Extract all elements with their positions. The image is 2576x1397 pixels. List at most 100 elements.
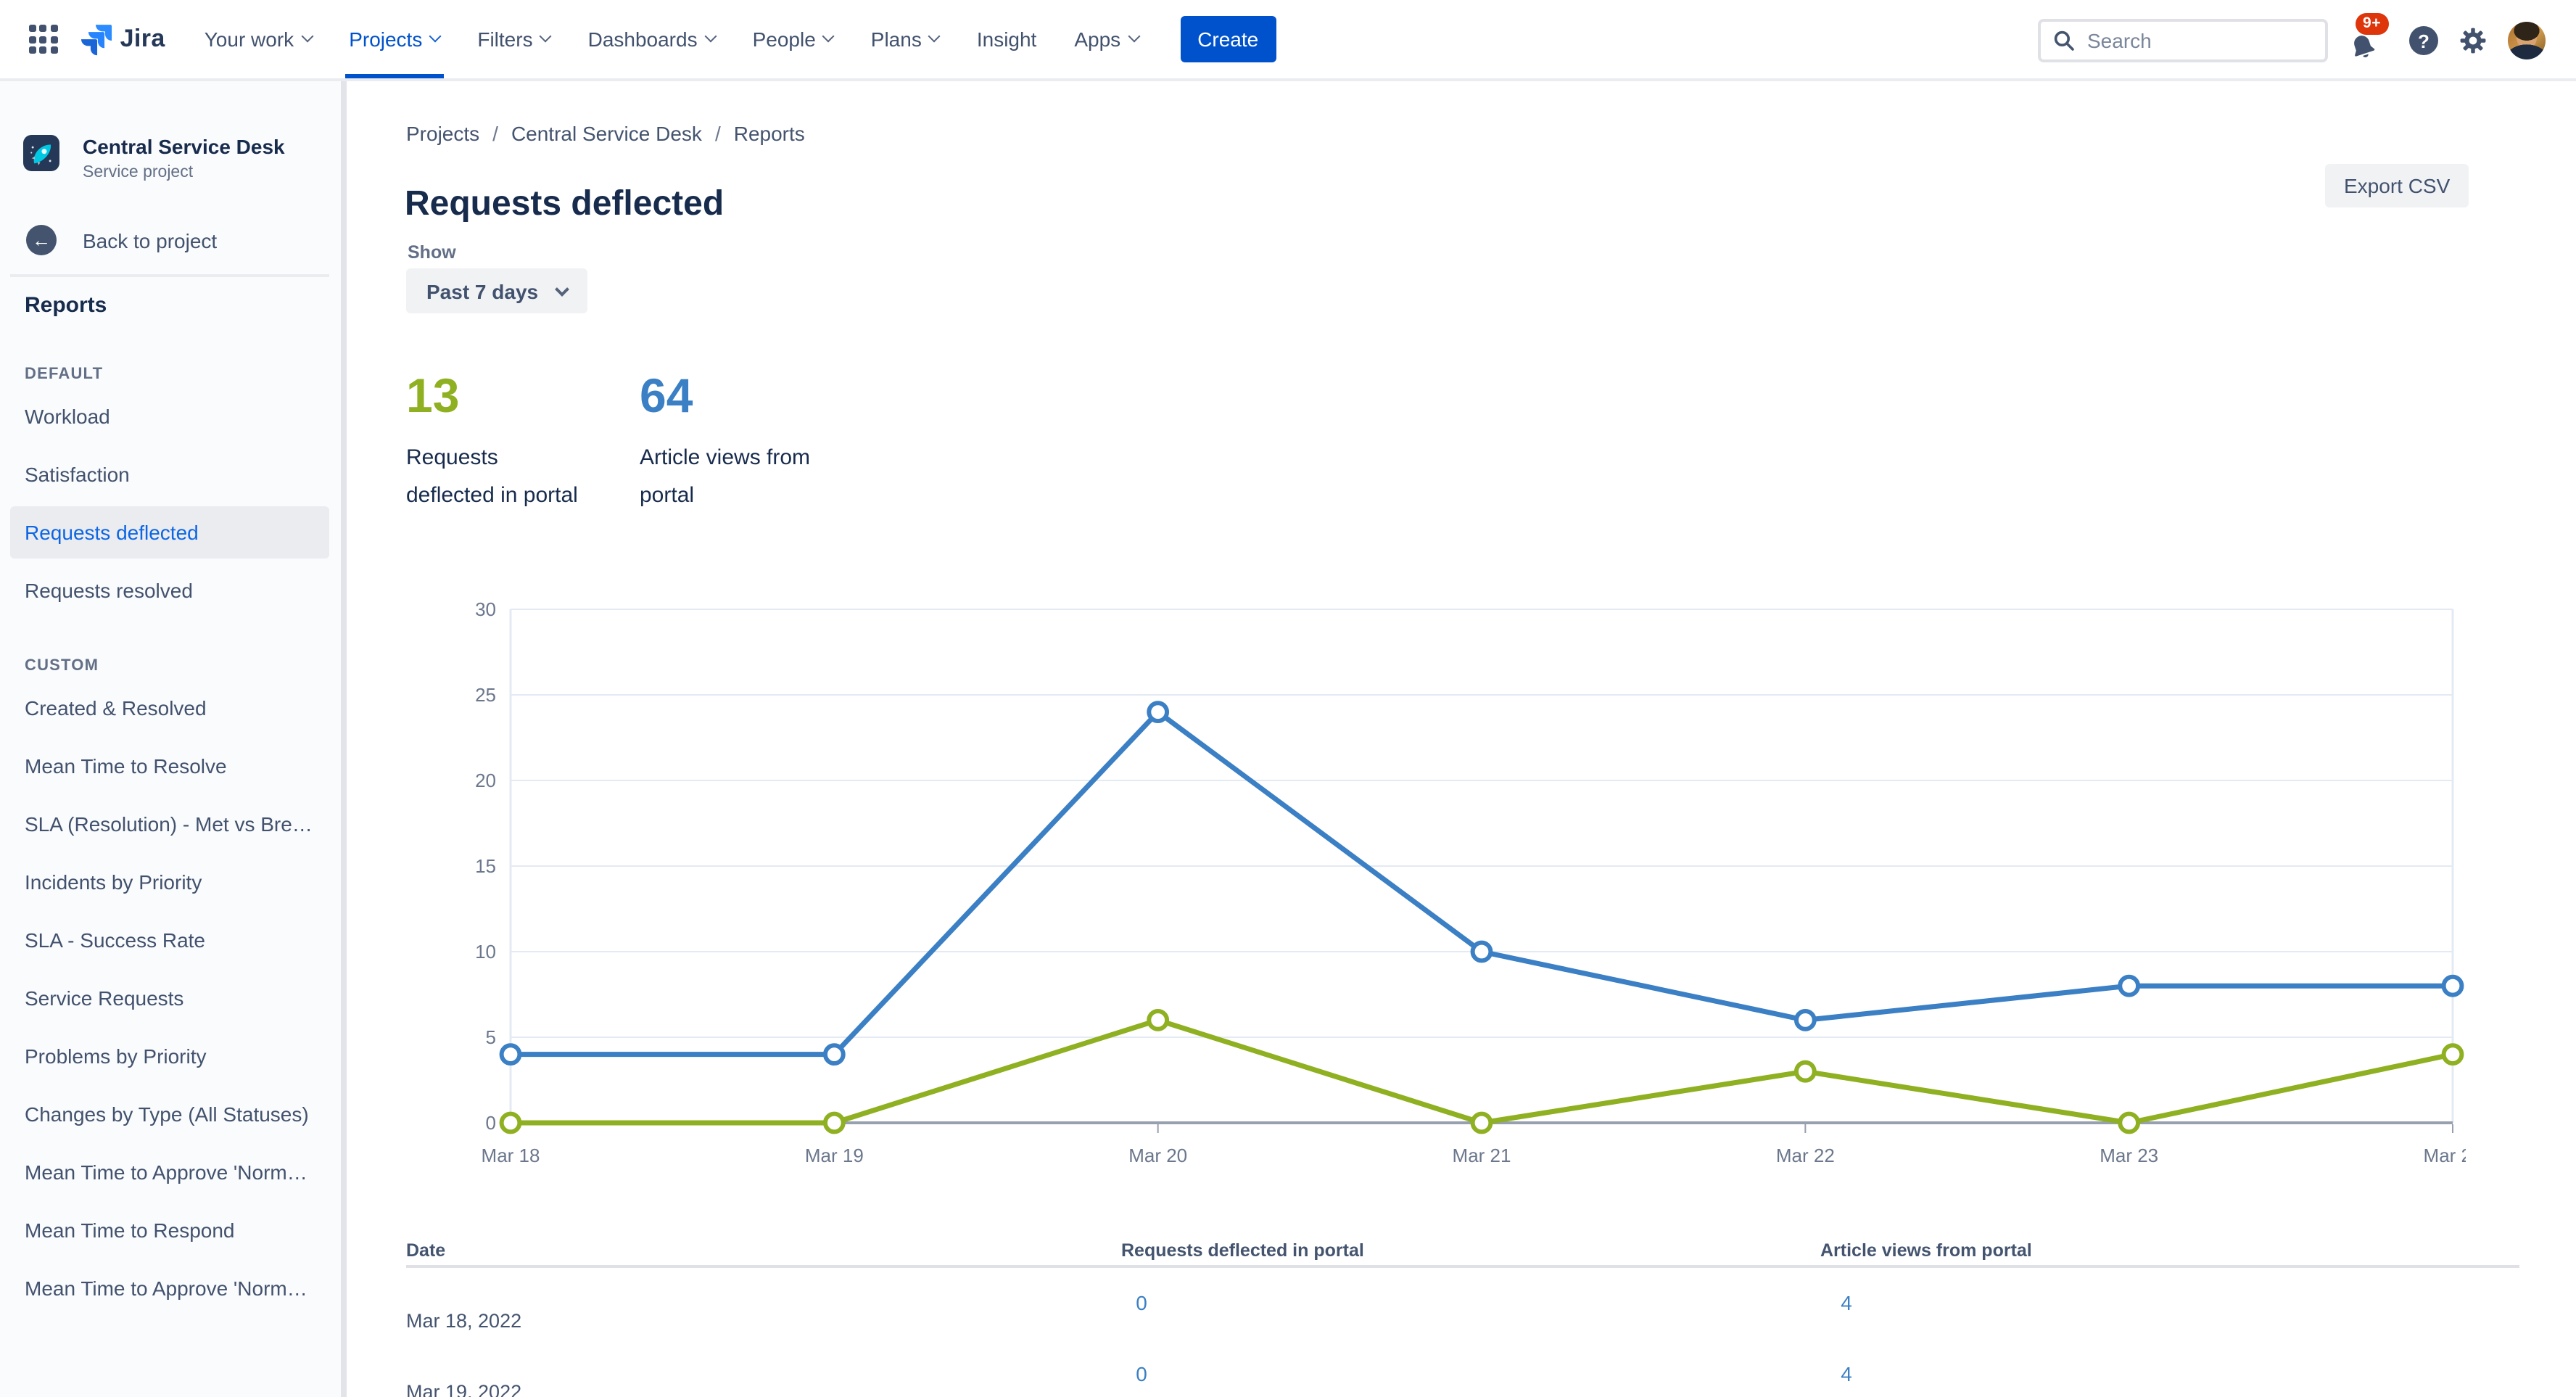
- table-body: Mar 18, 2022 0 4 Mar 19, 2022 0 4: [406, 1268, 2519, 1397]
- sidebar-item-requests-deflected[interactable]: Requests deflected: [0, 503, 341, 561]
- nav-item-label: Apps: [1074, 28, 1121, 51]
- table-cell-date: Mar 18, 2022: [406, 1310, 522, 1332]
- date-range-dropdown[interactable]: Past 7 days: [406, 268, 588, 313]
- data-point-article-views-from-portal: [1147, 701, 1170, 724]
- stat-label: Requests deflected in portal: [406, 445, 578, 508]
- data-point-requests-deflected-in-portal: [499, 1111, 522, 1134]
- breadcrumb-item-projects[interactable]: Projects: [406, 122, 479, 145]
- table-cell-article-views[interactable]: 4: [1836, 1362, 1857, 1385]
- sidebar-item-mean-time-to-respond[interactable]: Mean Time to Respond: [0, 1201, 341, 1259]
- chevron-down-icon: [704, 30, 717, 43]
- arrow-left-icon: ←: [26, 225, 57, 255]
- sidebar-item-service-requests[interactable]: Service Requests: [0, 969, 341, 1027]
- data-point-requests-deflected-in-portal: [1470, 1111, 1493, 1134]
- stat-block-requests-deflected-in-portal: 13 Requests deflected in portal: [406, 368, 640, 515]
- column-header-requests-deflected: Requests deflected in portal: [1121, 1240, 1364, 1261]
- project-header[interactable]: Central Service Desk Service project: [23, 135, 285, 181]
- jira-mark-icon: [80, 24, 112, 55]
- chevron-down-icon: [822, 30, 835, 43]
- sidebar-item-satisfaction[interactable]: Satisfaction: [0, 445, 341, 503]
- x-tick-label: Mar 22: [1776, 1145, 1835, 1166]
- sidebar-item-incidents-by-priority[interactable]: Incidents by Priority: [0, 853, 341, 911]
- stat-value: 64: [640, 368, 693, 422]
- data-point-requests-deflected-in-portal: [2441, 1043, 2464, 1066]
- sidebar-item-sla-success-rate[interactable]: SLA - Success Rate: [0, 911, 341, 969]
- nav-item-filters[interactable]: Filters: [458, 0, 569, 78]
- nav-item-insight[interactable]: Insight: [958, 0, 1056, 78]
- chevron-down-icon: [540, 30, 553, 43]
- y-tick-label: 20: [475, 770, 496, 791]
- notification-badge: 9+: [2356, 13, 2389, 35]
- x-tick-label: Mar 20: [1128, 1145, 1187, 1166]
- sidebar-item-workload[interactable]: Workload: [0, 387, 341, 445]
- chevron-down-icon: [300, 30, 313, 43]
- nav-item-people[interactable]: People: [734, 0, 852, 78]
- breadcrumb-item-central-service-desk[interactable]: Central Service Desk: [511, 122, 702, 145]
- data-point-requests-deflected-in-portal: [822, 1111, 846, 1134]
- nav-item-apps[interactable]: Apps: [1055, 0, 1157, 78]
- chevron-down-icon: [429, 30, 442, 43]
- logo-wordmark: Jira: [120, 25, 165, 52]
- data-point-article-views-from-portal: [822, 1043, 846, 1066]
- breadcrumb-separator: /: [714, 122, 721, 145]
- sidebar-item-mean-time-to-approve-norm[interactable]: Mean Time to Approve 'Norm…: [0, 1143, 341, 1201]
- back-to-project[interactable]: ← Back to project: [26, 225, 217, 255]
- sidebar-item-sla-resolution-met-vs-bre[interactable]: SLA (Resolution) - Met vs Bre…: [0, 795, 341, 853]
- sidebar-item-label: Requests deflected: [25, 521, 199, 544]
- data-point-article-views-from-portal: [1470, 940, 1493, 963]
- nav-item-your-work[interactable]: Your work: [186, 0, 331, 78]
- y-tick-label: 15: [475, 855, 496, 877]
- user-avatar[interactable]: [2508, 22, 2546, 59]
- nav-item-plans[interactable]: Plans: [852, 0, 958, 78]
- sidebar-item-changes-by-type-all-statuses[interactable]: Changes by Type (All Statuses): [0, 1085, 341, 1143]
- breadcrumb: Projects / Central Service Desk / Reports: [406, 122, 805, 145]
- nav-item-label: Plans: [870, 28, 922, 51]
- x-tick-label: Mar 19: [805, 1145, 864, 1166]
- sidebar-item-created-resolved[interactable]: Created & Resolved: [0, 679, 341, 737]
- x-tick-label: Mar 18: [482, 1145, 540, 1166]
- data-point-article-views-from-portal: [2441, 974, 2464, 997]
- sidebar-divider: [10, 274, 329, 277]
- sidebar: Central Service Desk Service project ← B…: [0, 81, 347, 1397]
- y-tick-label: 30: [475, 598, 496, 620]
- gear-icon: [2460, 28, 2486, 54]
- back-label: Back to project: [83, 228, 218, 252]
- sidebar-item-label: SLA - Success Rate: [25, 928, 206, 952]
- show-label: Show: [408, 242, 456, 263]
- export-csv-button[interactable]: Export CSV: [2325, 164, 2469, 207]
- column-header-article-views: Article views from portal: [1820, 1240, 2032, 1261]
- sidebar-item-mean-time-to-resolve[interactable]: Mean Time to Resolve: [0, 737, 341, 795]
- app-switcher-icon[interactable]: [29, 25, 58, 54]
- table-cell-requests-deflected[interactable]: 0: [1131, 1291, 1152, 1314]
- nav-item-projects[interactable]: Projects: [330, 0, 458, 78]
- chevron-down-icon: [928, 30, 941, 43]
- help-button[interactable]: ?: [2409, 26, 2438, 55]
- sidebar-item-label: Mean Time to Approve 'Norm…: [25, 1277, 307, 1300]
- nav-item-dashboards[interactable]: Dashboards: [569, 0, 734, 78]
- search-box[interactable]: [2038, 19, 2328, 62]
- stat-block-article-views-from-portal: 64 Article views from portal: [640, 368, 873, 515]
- table-cell-requests-deflected[interactable]: 0: [1131, 1362, 1152, 1385]
- primary-nav: Your work Projects Filters Dashboards People…: [186, 0, 1157, 78]
- sidebar-item-requests-resolved[interactable]: Requests resolved: [0, 561, 341, 619]
- settings-button[interactable]: [2457, 25, 2489, 57]
- series-line-requests-deflected-in-portal: [508, 1017, 2456, 1126]
- jira-logo[interactable]: Jira: [78, 21, 165, 57]
- y-tick-label: 10: [475, 941, 496, 963]
- sidebar-item-label: Mean Time to Respond: [25, 1219, 235, 1242]
- data-point-article-views-from-portal: [1793, 1009, 1817, 1031]
- create-button[interactable]: Create: [1180, 16, 1276, 62]
- data-point-article-views-from-portal: [499, 1043, 522, 1066]
- data-point-requests-deflected-in-portal: [1793, 1060, 1817, 1083]
- notifications-button[interactable]: 9+: [2347, 13, 2390, 65]
- table-row: Mar 19, 2022 0 4: [406, 1339, 2519, 1397]
- sidebar-item-problems-by-priority[interactable]: Problems by Priority: [0, 1027, 341, 1085]
- stat-value: 13: [406, 368, 460, 422]
- data-point-requests-deflected-in-portal: [2118, 1111, 2141, 1134]
- sidebar-group-default: DEFAULT Workload Satisfaction Requests defl…: [0, 357, 341, 619]
- table-cell-article-views[interactable]: 4: [1836, 1291, 1857, 1314]
- search-input[interactable]: [2084, 28, 2302, 54]
- sidebar-item-label: Satisfaction: [25, 463, 130, 486]
- sidebar-item-mean-time-to-approve-norm[interactable]: Mean Time to Approve 'Norm…: [0, 1259, 341, 1317]
- breadcrumb-item-reports[interactable]: Reports: [734, 122, 805, 145]
